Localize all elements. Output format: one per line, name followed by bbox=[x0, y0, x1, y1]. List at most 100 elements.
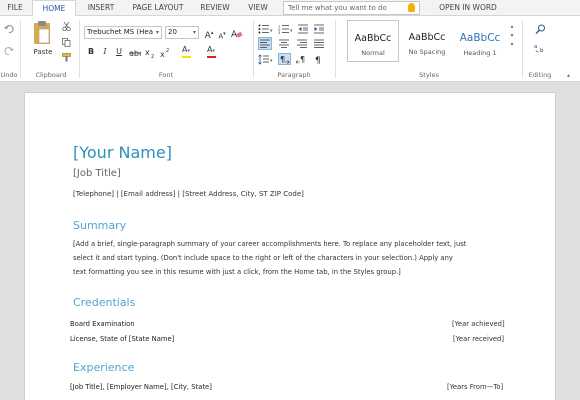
replace-icon[interactable]: ab bbox=[534, 42, 546, 53]
style-normal-sample: AaBbCc bbox=[354, 33, 392, 44]
line-spacing-icon[interactable]: ▾ bbox=[258, 54, 274, 65]
experience-heading[interactable]: Experience bbox=[73, 361, 134, 374]
bullets-icon[interactable]: ▾ bbox=[258, 24, 274, 34]
show-formatting-marks-icon[interactable]: ¶ bbox=[314, 54, 324, 65]
redo-icon[interactable] bbox=[4, 46, 14, 56]
credential-year[interactable]: [Year achieved] bbox=[452, 320, 505, 328]
experience-position[interactable]: [Job Title], [Employer Name], [City, Sta… bbox=[70, 383, 212, 391]
divider bbox=[522, 20, 523, 78]
align-right-icon[interactable] bbox=[296, 38, 308, 49]
chevron-down-icon: ▾ bbox=[187, 48, 190, 54]
left-to-right-button[interactable]: ¶ bbox=[278, 53, 291, 65]
find-icon[interactable] bbox=[535, 24, 546, 35]
paste-label: Paste bbox=[33, 48, 53, 56]
collapse-ribbon-icon[interactable]: ▴ bbox=[567, 72, 570, 79]
font-name-dropdown[interactable]: Trebuchet MS (Hea ▾ bbox=[84, 26, 162, 39]
resume-job-title[interactable]: [Job Title] bbox=[73, 168, 121, 179]
font-size-dropdown[interactable]: 20 ▾ bbox=[165, 26, 199, 39]
bold-button[interactable]: B bbox=[85, 46, 97, 58]
superscript-icon[interactable]: x2 bbox=[160, 47, 172, 58]
style-normal[interactable]: AaBbCc Normal bbox=[347, 20, 399, 62]
undo-icon[interactable] bbox=[4, 24, 14, 34]
chevron-down-icon: ▾ bbox=[212, 48, 215, 54]
svg-text:▾: ▾ bbox=[270, 28, 273, 34]
style-heading-1-sample: AaBbCc bbox=[459, 32, 501, 44]
chevron-up-icon[interactable]: ▴ bbox=[508, 22, 516, 31]
tab-review[interactable]: REVIEW bbox=[192, 0, 238, 16]
chevron-down-icon: ▾ bbox=[192, 29, 196, 36]
divider bbox=[253, 20, 254, 78]
decrease-indent-icon[interactable] bbox=[298, 24, 308, 34]
rtl-text-direction-icon[interactable]: ¶ bbox=[296, 54, 308, 65]
font-color-swatch bbox=[207, 56, 216, 58]
highlight-color-button[interactable]: A▾ bbox=[182, 45, 200, 59]
tab-home[interactable]: HOME bbox=[32, 0, 76, 17]
svg-text:¶: ¶ bbox=[300, 55, 305, 64]
paste-button[interactable]: Paste bbox=[30, 20, 56, 60]
ribbon-tab-bar: FILE HOME INSERT PAGE LAYOUT REVIEW VIEW… bbox=[0, 0, 580, 17]
svg-text:3: 3 bbox=[278, 31, 280, 34]
more-styles-icon[interactable]: ▾ bbox=[508, 40, 516, 49]
summary-line[interactable]: text formatting you see in this resume w… bbox=[73, 265, 523, 279]
tell-me-search-box[interactable]: Tell me what you want to do bbox=[283, 1, 420, 15]
subscript-icon[interactable]: x2 bbox=[145, 47, 157, 58]
grow-font-button[interactable]: A▴ bbox=[203, 27, 215, 41]
open-in-word-button[interactable]: OPEN IN WORD bbox=[428, 0, 508, 16]
summary-line[interactable]: select it and start typing. (Don't inclu… bbox=[73, 251, 523, 265]
lightbulb-icon bbox=[408, 3, 415, 12]
credential-title[interactable]: Board Examination bbox=[70, 320, 135, 328]
group-label-undo: Undo bbox=[0, 71, 18, 79]
resume-name[interactable]: [Your Name] bbox=[73, 143, 172, 162]
tab-insert[interactable]: INSERT bbox=[78, 0, 124, 16]
style-no-spacing[interactable]: AaBbCc No Spacing bbox=[401, 20, 453, 62]
increase-indent-icon[interactable] bbox=[314, 24, 324, 34]
experience-years[interactable]: [Years From—To] bbox=[447, 383, 503, 391]
divider bbox=[79, 20, 80, 78]
credential-title[interactable]: License, State of [State Name] bbox=[70, 335, 174, 343]
numbering-icon[interactable]: 123 ▾ bbox=[278, 24, 294, 35]
tab-page-layout[interactable]: PAGE LAYOUT bbox=[126, 0, 190, 16]
clear-formatting-icon[interactable]: A bbox=[231, 28, 243, 39]
resume-contact-line[interactable]: [Telephone] | [Email address] | [Street … bbox=[73, 190, 304, 198]
style-no-spacing-sample: AaBbCc bbox=[408, 32, 446, 43]
underline-button[interactable]: U bbox=[113, 46, 125, 58]
style-normal-label: Normal bbox=[361, 49, 385, 57]
shrink-font-button[interactable]: A▾ bbox=[216, 28, 228, 40]
credential-year[interactable]: [Year received] bbox=[453, 335, 504, 343]
font-size-value: 20 bbox=[168, 28, 177, 36]
justify-icon[interactable] bbox=[313, 38, 325, 49]
style-heading-1[interactable]: AaBbCc Heading 1 bbox=[454, 20, 506, 62]
strikethrough-icon[interactable]: abc bbox=[129, 47, 141, 58]
tab-file[interactable]: FILE bbox=[0, 0, 30, 16]
align-left-button[interactable] bbox=[258, 37, 272, 50]
cut-icon[interactable] bbox=[62, 22, 71, 31]
group-label-editing: Editing bbox=[528, 71, 552, 79]
style-no-spacing-label: No Spacing bbox=[408, 48, 446, 56]
chevron-down-icon: ▾ bbox=[155, 29, 159, 36]
svg-text:¶: ¶ bbox=[280, 55, 285, 64]
font-color-button[interactable]: A▾ bbox=[207, 45, 225, 59]
chevron-down-icon[interactable]: ▾ bbox=[508, 31, 516, 40]
divider bbox=[335, 20, 336, 78]
styles-scroll[interactable]: ▴ ▾ ▾ bbox=[508, 22, 516, 62]
format-painter-icon[interactable] bbox=[62, 53, 71, 62]
svg-text:▾: ▾ bbox=[290, 28, 293, 34]
ribbon: Undo Paste Clipboard Trebuchet MS (Hea ▾… bbox=[0, 16, 580, 82]
document-page[interactable]: [Your Name] [Job Title] [Telephone] | [E… bbox=[24, 92, 556, 400]
italic-button[interactable]: I bbox=[99, 46, 111, 58]
style-heading-1-label: Heading 1 bbox=[463, 49, 497, 57]
svg-text:b: b bbox=[540, 48, 544, 53]
svg-text:2: 2 bbox=[151, 54, 154, 58]
divider bbox=[20, 20, 21, 78]
svg-text:x: x bbox=[145, 48, 150, 57]
tab-view[interactable]: VIEW bbox=[240, 0, 276, 16]
svg-text:▾: ▾ bbox=[270, 58, 273, 64]
align-center-icon[interactable] bbox=[278, 38, 290, 49]
tell-me-placeholder: Tell me what you want to do bbox=[288, 4, 387, 12]
copy-icon[interactable] bbox=[62, 38, 71, 47]
font-name-value: Trebuchet MS (Hea bbox=[87, 28, 154, 36]
group-label-font: Font bbox=[158, 71, 174, 79]
summary-line[interactable]: [Add a brief, single-paragraph summary o… bbox=[73, 237, 523, 251]
summary-heading[interactable]: Summary bbox=[73, 219, 126, 232]
credentials-heading[interactable]: Credentials bbox=[73, 296, 135, 309]
